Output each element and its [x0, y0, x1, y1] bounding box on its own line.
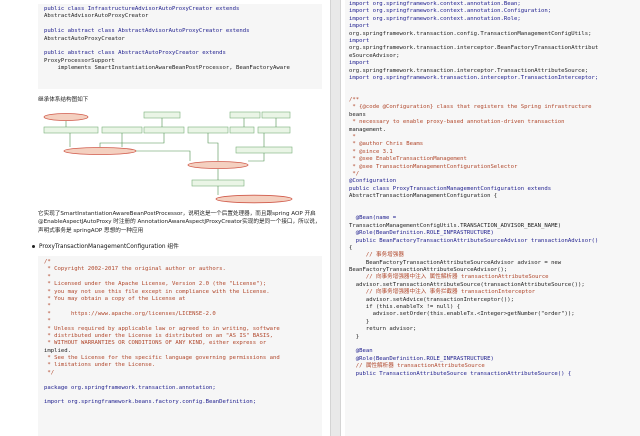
- bullet-dot-icon: [32, 245, 35, 248]
- code-line: @Configuration: [349, 178, 397, 185]
- code-line: * @see TransactionManagementConfiguratio…: [349, 163, 518, 170]
- code-line: import: [349, 37, 370, 44]
- code-line: if (this.enableTx != null) {: [349, 304, 461, 311]
- code-line: import org.springframework.context.annot…: [349, 15, 521, 22]
- code-line: implements SmartInstantiationAwareBeanPo…: [44, 65, 290, 72]
- code-line: ProxyProcessorSupport: [44, 57, 115, 64]
- code-line: *: [44, 273, 51, 280]
- code-line: *: [44, 318, 51, 325]
- code-line: org.springframework.transaction.intercep…: [349, 45, 599, 52]
- code-line: import: [349, 60, 370, 67]
- code-line: */: [44, 369, 55, 376]
- code-line: * Licensed under the Apache License, Ver…: [44, 281, 267, 288]
- code-line: }: [349, 333, 360, 340]
- code-line: org.springframework.transaction.config.T…: [349, 30, 592, 37]
- code-line: * necessary to enable proxy-based annota…: [349, 119, 565, 126]
- code-line: *: [349, 134, 356, 141]
- code-line: // 属性解析器 transactionAttributeSource: [349, 363, 485, 370]
- code-line: return advisor;: [349, 326, 417, 333]
- code-line: TransactionManagementConfigUtils.TRANSAC…: [349, 222, 562, 229]
- code-line: * limitations under the License.: [44, 362, 156, 369]
- code-line: public abstract class AbstractAutoProxyC…: [44, 50, 226, 57]
- code-line: BeanFactoryTransactionAttributeSourceAdv…: [349, 259, 562, 266]
- code-line: * https://www.apache.org/licenses/LICENS…: [44, 310, 216, 317]
- code-line: * @see EnableTransactionManagement: [349, 156, 467, 163]
- code-line: org.springframework.transaction.intercep…: [349, 67, 589, 74]
- code-line: import org.springframework.context.annot…: [349, 1, 521, 7]
- code-line: * See the License for the specific langu…: [44, 355, 280, 362]
- code-line: * You may obtain a copy of the License a…: [44, 295, 186, 302]
- code-line: * WITHOUT WARRANTIES OR CONDITIONS OF AN…: [44, 340, 267, 347]
- code-line: * @author Chris Beams: [349, 141, 424, 148]
- code-line: package org.springframework.transaction.…: [44, 384, 216, 391]
- bullet-item: ProxyTransactionManagementConfiguration …: [32, 241, 179, 250]
- code-line: import org.springframework.beans.factory…: [44, 399, 257, 406]
- diagram-caption: 继承体系结构图如下: [38, 97, 89, 103]
- code-line: * {@code @Configuration} class that regi…: [349, 104, 592, 111]
- inheritance-diagram: [43, 111, 293, 204]
- left-page: public class InfrastructureAdvisorAutoPr…: [0, 0, 330, 436]
- diagram-top-nodes: [43, 111, 293, 204]
- code-block-license-header: /* * Copyright 2002-2017 the original au…: [38, 256, 322, 436]
- code-line: AbstractAutoProxyCreator: [44, 35, 125, 42]
- code-line: /**: [349, 97, 360, 104]
- code-line: public TransactionAttributeSource transa…: [349, 370, 572, 377]
- code-line: AbstractTransactionManagementConfigurati…: [349, 193, 498, 200]
- page-gutter: [330, 0, 341, 436]
- code-line: eSourceAdvisor;: [349, 52, 400, 59]
- bullet-text: ProxyTransactionManagementConfiguration …: [39, 244, 179, 250]
- code-block-proxy-transaction-config: import org.springframework.context.annot…: [345, 0, 640, 436]
- code-line: // 向事务增强器中注入 属性解析器 transactionAttributeS…: [349, 274, 549, 281]
- code-line: public class ProxyTransactionManagementC…: [349, 185, 552, 192]
- code-line: *: [44, 303, 51, 310]
- code-line: * @since 3.1: [349, 148, 393, 155]
- code-block-class-declarations: public class InfrastructureAdvisorAutoPr…: [38, 4, 322, 89]
- code-line: @Role(BeanDefinition.ROLE_INFRASTRUCTURE…: [349, 230, 494, 237]
- code-line: public class InfrastructureAdvisorAutoPr…: [44, 6, 240, 12]
- code-line: // 向事务增强器中注入 事务拦截器 transactionIntercepto…: [349, 289, 536, 296]
- code-line: beans: [349, 111, 366, 118]
- code-line: import org.springframework.transaction.i…: [349, 74, 599, 81]
- code-line: * Unless required by applicable law or a…: [44, 325, 280, 332]
- right-page: import org.springframework.context.annot…: [341, 0, 640, 436]
- code-line: * distributed under the License is distr…: [44, 332, 274, 339]
- code-line: @Bean(name =: [349, 215, 397, 222]
- code-line: public abstract class AbstractAdvisorAut…: [44, 28, 250, 35]
- code-line: */: [349, 170, 360, 177]
- code-line: public BeanFactoryTransactionAttributeSo…: [349, 237, 599, 244]
- code-line: advisor.setAdvice(transactionInterceptor…: [349, 296, 515, 303]
- code-line: advisor.setOrder(this.enableTx.<Integer>…: [349, 311, 575, 318]
- code-line: }: [349, 318, 370, 325]
- code-line: /*: [44, 259, 51, 265]
- code-line: * you may not use this file except in co…: [44, 288, 270, 295]
- code-line: AbstractAdvisorAutoProxyCreator: [44, 13, 149, 20]
- explanation-paragraph: 它实现了SmartInstantiationAwareBeanPostProce…: [38, 211, 321, 234]
- code-line: // 事务增强器: [349, 252, 404, 259]
- code-line: import: [349, 23, 370, 30]
- code-line: import org.springframework.context.annot…: [349, 8, 552, 15]
- code-line: * Copyright 2002-2017 the original autho…: [44, 266, 226, 273]
- code-line: management.: [349, 126, 387, 133]
- code-line: @Bean: [349, 348, 373, 355]
- code-line: implied.: [44, 347, 71, 354]
